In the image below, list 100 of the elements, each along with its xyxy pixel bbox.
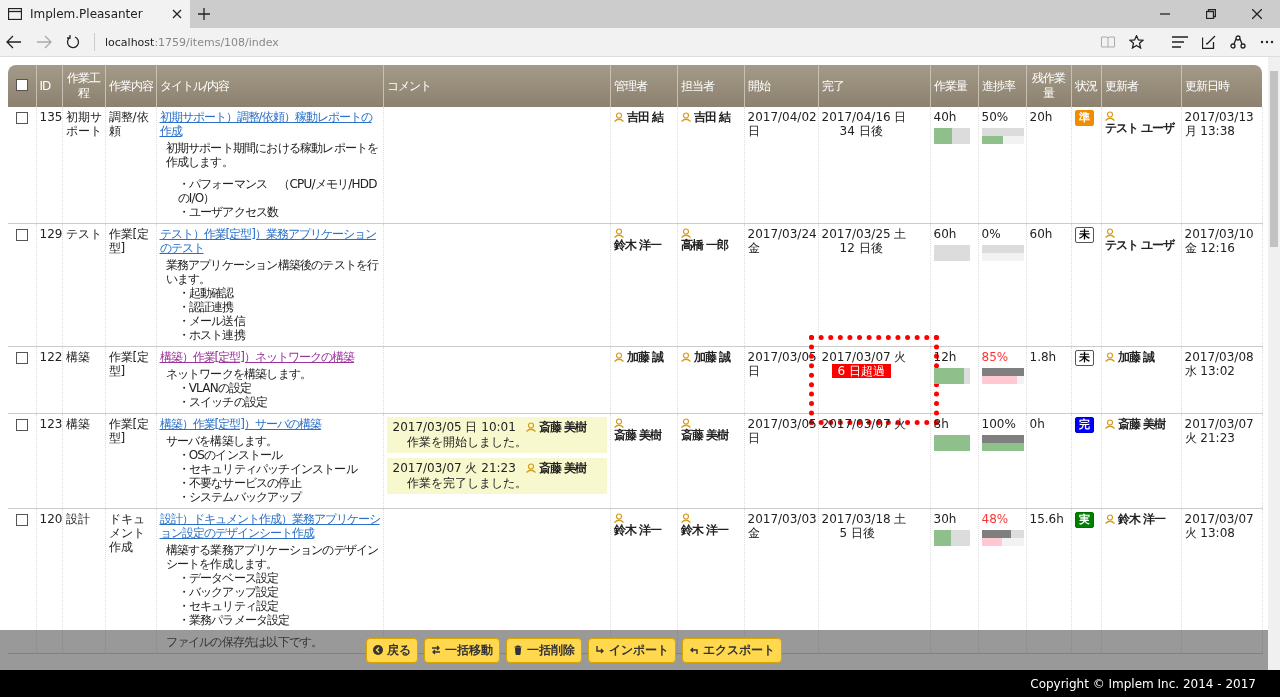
title-link[interactable]: 設計）ドキュメント作成）業務アプリケーション設定のデザインシート作成 <box>159 512 380 540</box>
bullet-text: ・不要なサービスの停止 <box>176 476 303 490</box>
column-header[interactable]: 更新日時 <box>1181 65 1262 107</box>
scrollbar[interactable] <box>1268 57 1280 670</box>
end-date: 2017/03/25 土 <box>821 227 907 241</box>
row-checkbox[interactable] <box>15 514 28 526</box>
actual-progress-bar <box>981 376 1024 384</box>
process-text: 構築 <box>65 417 90 431</box>
back-button[interactable] <box>6 35 22 49</box>
column-header[interactable]: 完了 <box>818 65 930 107</box>
assignee-name: 加藤 誠 <box>693 350 730 364</box>
column-header[interactable]: 状況 <box>1071 65 1101 107</box>
swap-arrows-icon <box>431 645 441 655</box>
description-text: サーバを構築します。 <box>165 434 279 448</box>
manager-name: 斎藤 美樹 <box>613 428 661 442</box>
command-button[interactable]: 戻る <box>366 637 418 663</box>
column-header[interactable]: コメント <box>383 65 610 107</box>
browser-tab[interactable]: Implem.Pleasanter <box>0 0 190 28</box>
updater-name: テスト ユーザ <box>1104 238 1174 252</box>
manager-name: 加藤 誠 <box>626 350 663 364</box>
overdue-badge: 6 日超過 <box>831 364 891 378</box>
user-icon <box>1104 352 1115 362</box>
progress-rate: 48% <box>981 512 1009 526</box>
column-header[interactable]: 管理者 <box>610 65 677 107</box>
updater-name: 鈴木 洋一 <box>1117 512 1165 526</box>
row-checkbox[interactable] <box>15 419 28 431</box>
remaining-work: 15.6h <box>1029 512 1064 526</box>
days-left-text: 34 日後 <box>838 124 884 138</box>
column-header[interactable]: 更新者 <box>1101 65 1181 107</box>
assignee-name: 斎藤 美樹 <box>680 428 728 442</box>
process-text: 構築 <box>65 350 90 364</box>
page-icon <box>8 8 22 20</box>
title-link[interactable]: 構築）作業[定型]）ネットワークの構築 <box>159 350 380 364</box>
command-button[interactable]: インポート <box>588 637 676 663</box>
command-button[interactable]: 一括削除 <box>506 637 582 663</box>
start-date: 2017/03/05 日 <box>747 350 817 378</box>
content-text: 作業[定型] <box>108 350 150 378</box>
content-text: 作業[定型] <box>108 227 150 255</box>
description-text: 構築する業務アプリケーションのデザインシートを作成します。 <box>165 543 380 571</box>
column-header[interactable]: 担当者 <box>677 65 744 107</box>
favorite-star-icon[interactable] <box>1129 35 1144 49</box>
row-checkbox[interactable] <box>15 229 28 241</box>
end-date: 2017/04/16 日 <box>821 110 907 124</box>
share-icon[interactable] <box>1230 35 1246 49</box>
plus-icon <box>198 8 210 20</box>
column-header[interactable]: 作業量 <box>930 65 978 107</box>
column-header[interactable]: ID <box>36 65 62 107</box>
bullet-text: ・業務パラメータ設定 <box>176 613 291 627</box>
pen-note-icon[interactable] <box>1202 35 1216 49</box>
progress-rate: 100% <box>981 417 1016 431</box>
user-icon <box>1104 111 1115 121</box>
row-checkbox[interactable] <box>15 112 28 124</box>
start-date: 2017/04/02 日 <box>747 110 817 138</box>
column-header[interactable]: 残作業量 <box>1026 65 1071 107</box>
bullet-text: ・VLANの設定 <box>176 381 253 395</box>
title-link[interactable]: 初期サポート）調整/依頼）稼動レポートの作成 <box>159 110 380 138</box>
column-header[interactable]: タイトル/内容 <box>156 65 383 107</box>
bullet-text: ・認証連携 <box>176 300 235 314</box>
comment-text: 作業を完了しました。 <box>405 476 528 490</box>
comment-time: 2017/03/07 火 21:23 <box>392 461 516 475</box>
planned-progress-bar <box>981 435 1024 443</box>
status-badge: 未 <box>1074 350 1094 366</box>
manager-name: 鈴木 洋一 <box>613 238 661 252</box>
work-volume: 12h <box>933 350 957 364</box>
process-text: 設計 <box>65 512 90 526</box>
forward-arrow-icon <box>595 645 605 655</box>
column-header[interactable]: 進捗率 <box>978 65 1026 107</box>
title-link[interactable]: テスト）作業[定型]）業務アプリケーションのテスト <box>159 227 380 255</box>
select-all-checkbox[interactable] <box>15 79 28 91</box>
row-checkbox[interactable] <box>15 352 28 364</box>
column-header[interactable]: 作業内容 <box>105 65 156 107</box>
close-tab-button[interactable] <box>172 9 182 19</box>
bullet-text: ・パフォーマンス （CPU/メモリ/HDDのI/O） <box>176 177 378 205</box>
updater-name: 斎藤 美樹 <box>1117 417 1165 431</box>
more-icon[interactable] <box>1260 40 1274 44</box>
remaining-work: 1.8h <box>1029 350 1057 364</box>
actual-progress-bar <box>981 443 1024 451</box>
days-left-text: 5 日後 <box>838 526 876 540</box>
content-text: ドキュメント作成 <box>108 512 145 554</box>
user-icon <box>613 352 624 362</box>
description-text: 初期サポート期間における稼動レポートを作成します。 <box>165 141 380 169</box>
volume-bar <box>933 435 970 451</box>
user-icon <box>680 352 691 362</box>
end-date: 2017/03/07 火 <box>821 417 907 431</box>
column-header[interactable]: 作業工程 <box>62 65 105 107</box>
title-link[interactable]: 構築）作業[定型]）サーバの構築 <box>159 417 380 431</box>
bullet-text: ・データベース設定 <box>176 571 280 585</box>
updated-time: 2017/03/08 水 13:02 <box>1184 350 1254 378</box>
user-icon <box>613 112 624 122</box>
work-volume: 8h <box>933 417 949 431</box>
refresh-button[interactable] <box>66 35 80 49</box>
column-header[interactable]: 開始 <box>744 65 818 107</box>
scrollbar-thumb[interactable] <box>1270 71 1278 247</box>
start-date: 2017/03/24 金 <box>747 227 817 255</box>
actual-progress-bar <box>981 538 1024 546</box>
work-volume: 40h <box>933 110 957 124</box>
command-button[interactable]: エクスポート <box>682 637 782 663</box>
hub-lines-icon[interactable] <box>1172 36 1188 48</box>
description-text: 業務アプリケーション構築後のテストを行います。 <box>165 258 380 286</box>
command-button[interactable]: 一括移動 <box>424 637 500 663</box>
